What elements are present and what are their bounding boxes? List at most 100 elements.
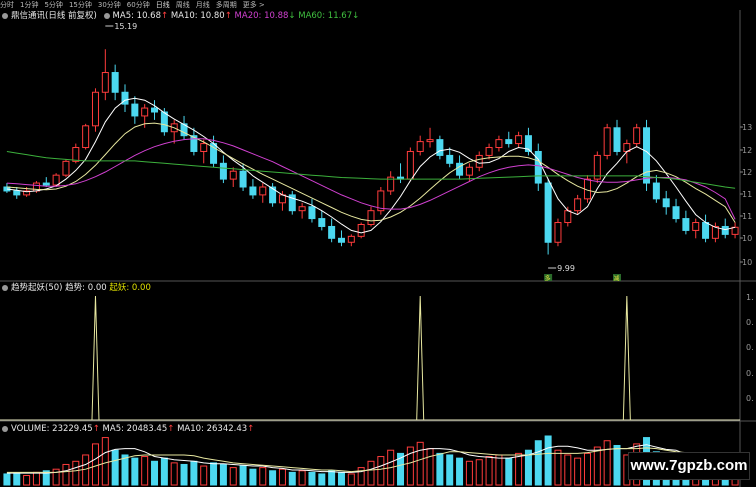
price-tick-label: 12 <box>742 168 752 177</box>
high-marker-label: 15.19 <box>114 22 137 31</box>
candle-body <box>515 135 523 145</box>
volume-bar <box>544 435 552 486</box>
watermark: www.7gpzb.com <box>628 452 750 480</box>
candle-body <box>13 190 21 196</box>
volume-bar <box>288 471 296 486</box>
volume-bar <box>564 454 572 486</box>
candle-body <box>82 125 90 149</box>
volume-bar <box>465 460 473 486</box>
price-tick-label: 10 <box>742 258 752 267</box>
volume-bar <box>416 441 424 486</box>
price-tick-label: 11 <box>742 190 752 199</box>
volume-bar <box>367 460 375 486</box>
volume-bar <box>229 467 237 486</box>
candle-body <box>52 174 60 186</box>
volume-bar <box>249 468 257 486</box>
volume-bar <box>337 471 345 486</box>
volume-bar <box>278 468 286 486</box>
price-tick-label: 11 <box>742 212 752 221</box>
volume-bar <box>269 470 277 486</box>
volume-bar <box>259 467 267 486</box>
candle-body <box>692 222 700 231</box>
volume-bar <box>200 465 208 486</box>
price-tick-label: 12 <box>742 146 752 155</box>
volume-bar <box>328 470 336 486</box>
candle-body <box>131 103 139 117</box>
volume-bar <box>239 465 247 486</box>
candle-body <box>682 218 690 231</box>
candle-body <box>475 154 483 168</box>
volume-bar <box>3 473 11 486</box>
candle-body <box>426 139 434 143</box>
volume-bar <box>151 460 159 486</box>
candle-body <box>357 224 365 237</box>
price-tick-label: 13 <box>742 123 752 132</box>
candle-body <box>160 111 168 133</box>
volume-bar <box>121 454 129 486</box>
indicator-tick-label: 0. <box>746 343 754 352</box>
candle-body <box>495 139 503 149</box>
candle-body <box>534 150 542 184</box>
candle-body <box>446 154 454 164</box>
indicator-spike <box>91 295 100 421</box>
volume-bar <box>131 457 139 486</box>
candle-body <box>239 170 247 188</box>
candle-body <box>308 206 316 220</box>
candle-body <box>652 182 660 200</box>
volume-bar <box>446 454 454 486</box>
candle-body <box>633 127 641 145</box>
candle-body <box>672 206 680 220</box>
candle-body <box>574 198 582 212</box>
volume-bar <box>298 470 306 486</box>
low-marker-label: 9.99 <box>557 264 575 273</box>
candle-body <box>702 222 710 239</box>
volume-bar <box>170 462 178 486</box>
candle-body <box>91 91 99 127</box>
candle-body <box>62 160 70 176</box>
candle-body <box>367 210 375 225</box>
indicator-tick-label: 1. <box>746 293 754 302</box>
candle-body <box>101 72 109 93</box>
volume-bar <box>72 460 80 486</box>
candle-body <box>72 147 80 162</box>
candle-body <box>603 127 611 156</box>
candle-body <box>42 182 50 186</box>
volume-bar <box>485 456 493 486</box>
candle-body <box>731 226 739 235</box>
signal-mark-label: 减 <box>614 275 620 283</box>
stock-chart[interactable]: 13 12 12 11 11 10 10 15.19 9.99 多 减 1. 0. 0. 0. 0. <box>0 0 756 487</box>
candle-body <box>465 166 473 176</box>
candle-body <box>298 206 306 212</box>
volume-bar <box>190 460 198 486</box>
candle-body <box>662 198 670 208</box>
volume-bar <box>308 471 316 486</box>
candle-body <box>200 143 208 152</box>
candle-body <box>318 218 326 227</box>
candle-body <box>505 139 513 145</box>
candle-body <box>337 237 345 243</box>
volume-bar <box>219 463 227 486</box>
candle-body <box>564 210 572 224</box>
candle-body <box>485 147 493 156</box>
volume-bar <box>593 446 601 486</box>
candle-body <box>643 127 651 184</box>
candle-body <box>416 141 424 152</box>
volume-bar <box>377 456 385 486</box>
candle-body <box>721 225 729 235</box>
candle-body <box>219 162 227 180</box>
candle-body <box>151 107 159 113</box>
candle-body <box>406 150 414 180</box>
volume-bar <box>475 459 483 486</box>
indicator-tick-label: 0. <box>746 369 754 378</box>
price-tick-label: 10 <box>742 234 752 243</box>
volume-bar <box>603 440 611 486</box>
volume-bar <box>426 448 434 486</box>
indicator-spike <box>622 295 631 421</box>
volume-bar <box>515 452 523 486</box>
candle-body <box>249 186 257 196</box>
candle-body <box>544 182 552 243</box>
volume-bar <box>574 457 582 486</box>
volume-bar <box>495 454 503 486</box>
volume-bar <box>13 472 21 486</box>
candle-body <box>436 139 444 156</box>
